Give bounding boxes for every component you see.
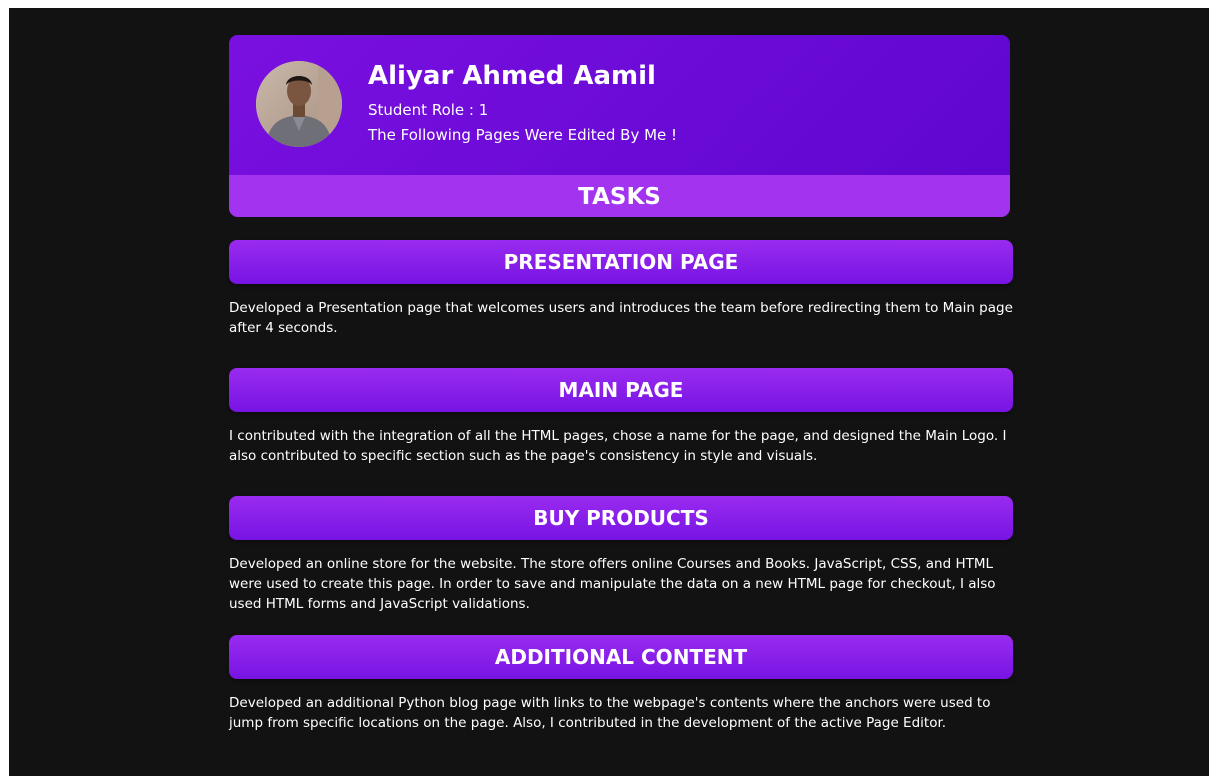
- task-header: ADDITIONAL CONTENT: [229, 635, 1013, 679]
- task-description: Developed an online store for the websit…: [229, 556, 996, 612]
- task-header: PRESENTATION PAGE: [229, 240, 1013, 284]
- page: Aliyar Ahmed Aamil Student Role : 1 The …: [9, 8, 1209, 776]
- task-description: I contributed with the integration of al…: [229, 428, 1007, 464]
- task-buy-products: BUY PRODUCTS Developed an online store f…: [229, 496, 1013, 614]
- profile-description: The Following Pages Were Edited By Me !: [368, 126, 678, 144]
- profile-role: Student Role : 1: [368, 101, 489, 119]
- profile-name: Aliyar Ahmed Aamil: [368, 61, 656, 91]
- task-description: Developed a Presentation page that welco…: [229, 300, 1013, 336]
- profile-header: Aliyar Ahmed Aamil Student Role : 1 The …: [229, 35, 1010, 175]
- task-description: Developed an additional Python blog page…: [229, 695, 991, 731]
- tasks-heading: TASKS: [229, 175, 1010, 217]
- task-main-page: MAIN PAGE I contributed with the integra…: [229, 368, 1013, 466]
- avatar: [256, 61, 342, 147]
- task-header: MAIN PAGE: [229, 368, 1013, 412]
- task-additional-content: ADDITIONAL CONTENT Developed an addition…: [229, 635, 1013, 733]
- main-container: Aliyar Ahmed Aamil Student Role : 1 The …: [229, 35, 1013, 731]
- task-header: BUY PRODUCTS: [229, 496, 1013, 540]
- task-presentation-page: PRESENTATION PAGE Developed a Presentati…: [229, 240, 1013, 338]
- profile-card: Aliyar Ahmed Aamil Student Role : 1 The …: [229, 35, 1010, 217]
- avatar-photo: [256, 61, 342, 147]
